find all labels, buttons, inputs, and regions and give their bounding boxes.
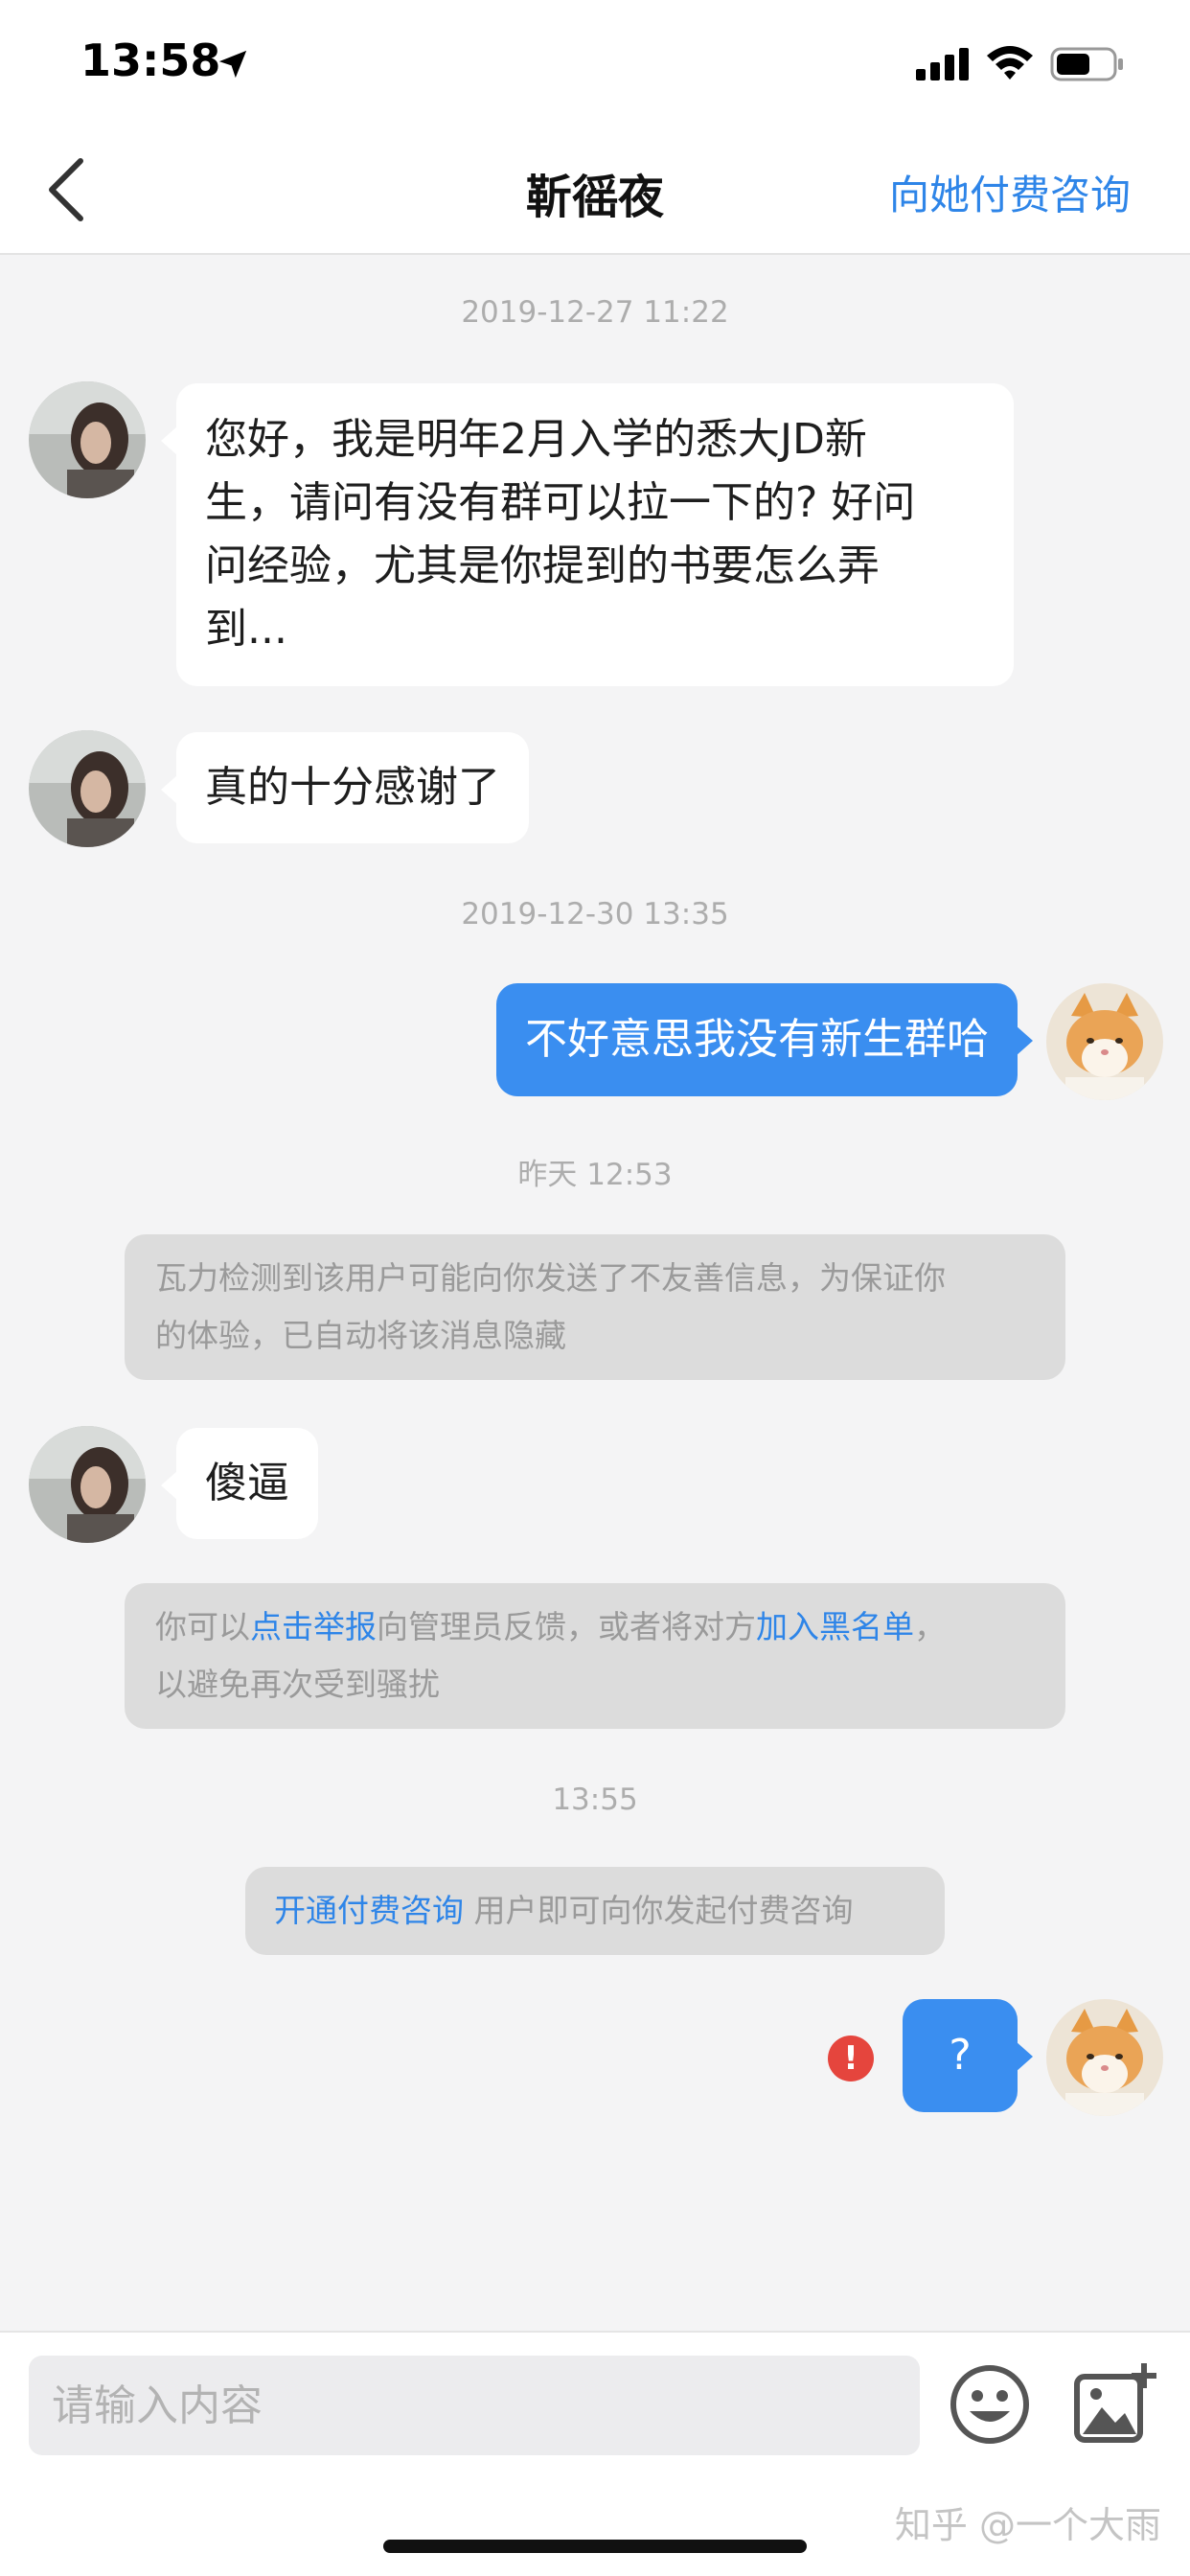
watermark: 知乎 @一个大雨 [894, 2504, 1161, 2546]
report-link[interactable]: 点击举报 [250, 1608, 377, 1645]
message-line: 问经验，尤其是你提到的书要怎么弄 [205, 541, 880, 590]
contact-avatar[interactable] [29, 1426, 146, 1543]
message-line: 到... [205, 605, 287, 654]
message-line: 生，请问有没有群可以拉一下的? 好问 [205, 478, 916, 527]
my-avatar[interactable] [1046, 983, 1163, 1100]
status-time: 13:58 [80, 34, 221, 86]
cat-avatar-icon [1046, 983, 1163, 1100]
notice-line: 瓦力检测到该用户可能向你发送了不友善信息，为保证你 [155, 1259, 946, 1297]
notice-text: 用户即可向你发起付费咨询 [464, 1892, 854, 1929]
signal-icon [916, 48, 969, 80]
send-failed-icon[interactable]: ! [828, 2036, 874, 2082]
outgoing-message-bubble[interactable]: 不好意思我没有新生群哈 [496, 983, 1033, 1096]
avatar-photo-icon [29, 1426, 146, 1543]
contact-avatar[interactable] [29, 730, 146, 847]
location-arrow-icon [218, 50, 247, 79]
contact-avatar[interactable] [29, 381, 146, 498]
timestamp: 2019-12-27 11:22 [461, 295, 729, 330]
message-text: 真的十分感谢了 [205, 763, 500, 812]
message-input[interactable] [29, 2356, 920, 2455]
notice-line: 你可以点击举报向管理员反馈，或者将对方加入黑名单， [155, 1598, 1035, 1656]
message-line: 您好，我是明年2月入学的悉大JD新 [205, 415, 867, 464]
message-text: 傻逼 [205, 1459, 289, 1507]
timestamp: 2019-12-30 13:35 [461, 897, 729, 932]
paid-consult-notice: 开通付费咨询 用户即可向你发起付费咨询 [245, 1867, 945, 1955]
notice-text: 你可以 [155, 1608, 250, 1645]
enable-paid-consult-link[interactable]: 开通付费咨询 [274, 1892, 464, 1929]
paid-consult-button[interactable]: 向她付费咨询 [889, 163, 1131, 221]
status-bar: 13:58 [0, 0, 1190, 125]
incoming-message-bubble[interactable]: 真的十分感谢了 [161, 732, 529, 843]
smiley-icon[interactable] [947, 2361, 1033, 2448]
report-notice: 你可以点击举报向管理员反馈，或者将对方加入黑名单， 以避免再次受到骚扰 [125, 1583, 1065, 1729]
nav-bar: 靳徭夜 向她付费咨询 [0, 125, 1190, 255]
input-bar: 知乎 @一个大雨 [0, 2331, 1190, 2576]
timestamp: 13:55 [552, 1782, 638, 1817]
wifi-icon [987, 46, 1033, 80]
hidden-message-notice: 瓦力检测到该用户可能向你发送了不友善信息，为保证你 的体验，已自动将该消息隐藏 [125, 1234, 1065, 1380]
message-text: 不好意思我没有新生群哈 [525, 1015, 989, 1064]
timestamp: 昨天 12:53 [517, 1158, 673, 1192]
my-avatar[interactable] [1046, 1999, 1163, 2116]
add-image-icon[interactable] [1071, 2361, 1157, 2448]
message-text: ? [949, 2031, 972, 2080]
notice-line: 的体验，已自动将该消息隐藏 [155, 1317, 566, 1354]
cat-avatar-icon [1046, 1999, 1163, 2116]
incoming-message-bubble[interactable]: 傻逼 [161, 1428, 318, 1539]
notice-text: ， [914, 1608, 946, 1645]
notice-line: 以避免再次受到骚扰 [155, 1666, 440, 1703]
avatar-photo-icon [29, 381, 146, 498]
avatar-photo-icon [29, 730, 146, 847]
battery-icon [1050, 47, 1123, 81]
blacklist-link[interactable]: 加入黑名单 [756, 1608, 914, 1645]
incoming-message-bubble[interactable]: 您好，我是明年2月入学的悉大JD新 生，请问有没有群可以拉一下的? 好问 问经验… [161, 383, 1014, 686]
outgoing-message-bubble[interactable]: ? [903, 1999, 1033, 2112]
notice-text: 向管理员反馈，或者将对方 [377, 1608, 756, 1645]
home-indicator[interactable] [383, 2540, 807, 2553]
